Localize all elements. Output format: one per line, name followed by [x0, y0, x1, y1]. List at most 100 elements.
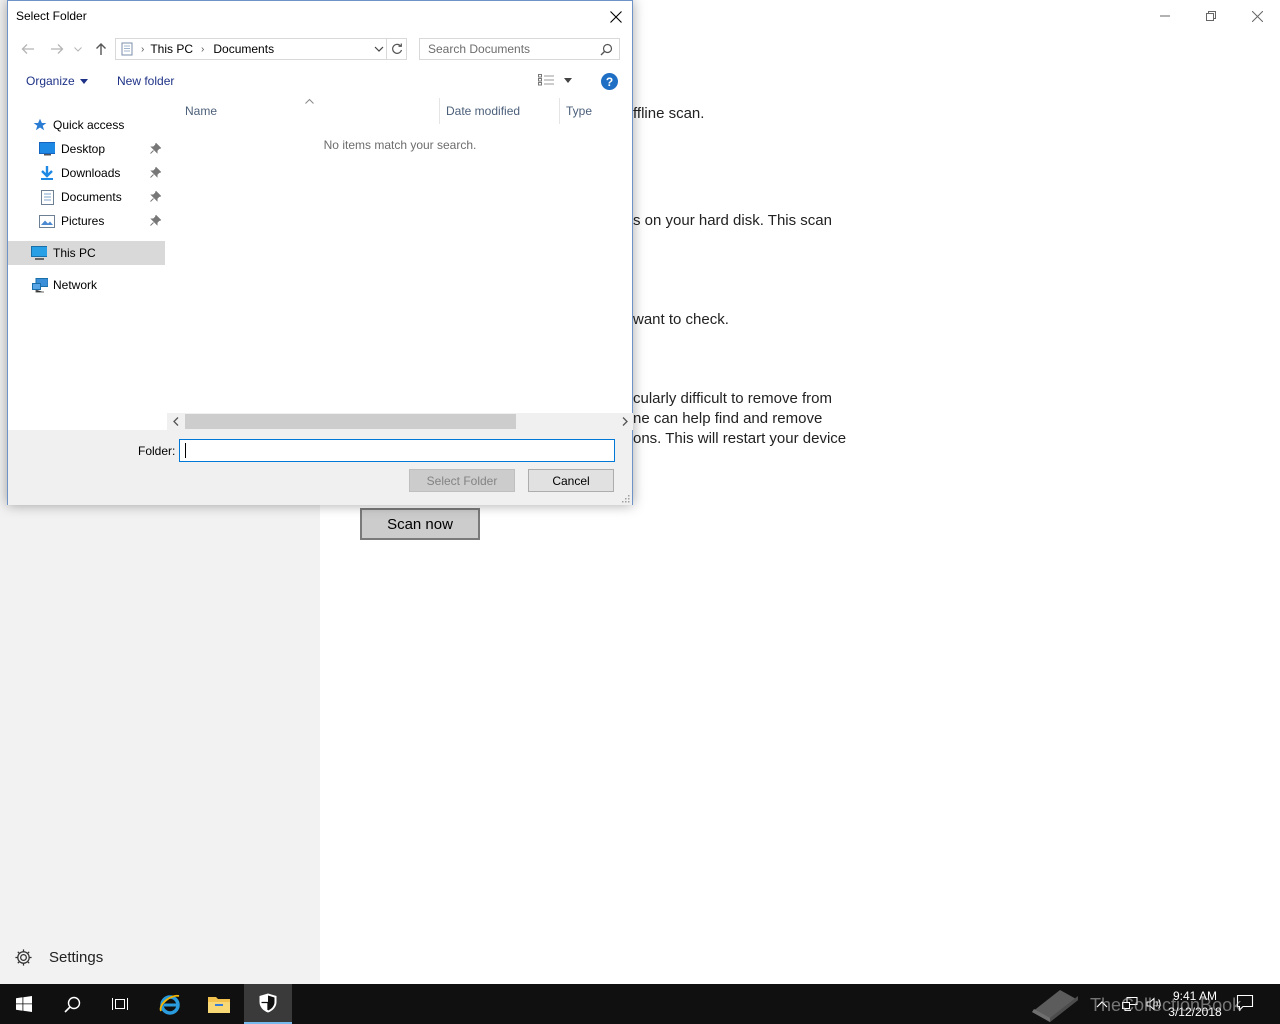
tree-item-quick-access[interactable]: Quick access	[8, 113, 165, 137]
scrollbar-thumb[interactable]	[185, 414, 516, 429]
navigation-bar: › This PC › Documents Search Documents	[8, 34, 632, 64]
chevron-right-icon	[622, 417, 628, 426]
windows-logo-icon	[16, 996, 32, 1012]
watermark-text: TheCollectionBook	[1090, 994, 1242, 1015]
navigation-pane: Quick access Desktop Downloads Documents	[8, 98, 166, 428]
help-button[interactable]: ?	[601, 73, 618, 90]
up-button[interactable]	[91, 39, 111, 59]
command-bar: Organize New folder ?	[8, 65, 632, 97]
new-folder-button[interactable]: New folder	[117, 74, 174, 88]
empty-message: No items match your search.	[323, 138, 477, 152]
task-view-button[interactable]	[96, 984, 144, 1024]
back-button[interactable]	[18, 39, 38, 59]
column-header-type[interactable]: Type	[566, 98, 592, 124]
forward-button[interactable]	[47, 39, 67, 59]
column-header-name[interactable]: Name	[185, 98, 217, 124]
gear-icon	[15, 948, 32, 966]
breadcrumb-separator: ›	[141, 43, 145, 55]
tree-item-this-pc[interactable]: This PC	[8, 241, 165, 265]
chevron-down-icon	[374, 46, 384, 52]
breadcrumb-documents[interactable]: Documents	[213, 42, 274, 56]
column-header-date-modified[interactable]: Date modified	[446, 98, 520, 124]
refresh-button[interactable]	[386, 39, 406, 59]
dialog-close-button[interactable]	[600, 1, 632, 32]
tree-item-pictures[interactable]: Pictures	[8, 209, 165, 233]
network-icon	[32, 277, 48, 293]
change-view-button[interactable]	[538, 73, 572, 87]
watermark: TheCollectionBook	[1030, 985, 1241, 1024]
pictures-icon	[39, 213, 55, 229]
minimize-button[interactable]	[1142, 0, 1188, 32]
chevron-down-icon	[74, 46, 82, 52]
folder-icon	[208, 997, 230, 1013]
search-placeholder: Search Documents	[428, 42, 531, 56]
file-explorer-button[interactable]	[195, 984, 243, 1024]
tree-item-label: This PC	[53, 246, 96, 260]
details-view-icon	[538, 74, 554, 86]
search-taskbar-button[interactable]	[48, 984, 96, 1024]
dialog-footer: Folder: Select Folder Cancel	[8, 430, 632, 505]
search-box[interactable]: Search Documents	[419, 38, 620, 60]
restore-button[interactable]	[1188, 0, 1234, 32]
cancel-button[interactable]: Cancel	[528, 469, 614, 492]
windows-security-button[interactable]	[244, 984, 292, 1024]
internet-explorer-button[interactable]	[146, 984, 194, 1024]
chevron-left-icon	[172, 417, 178, 426]
breadcrumb-this-pc[interactable]: This PC	[150, 42, 193, 56]
search-icon	[600, 43, 613, 59]
caret-down-icon	[79, 78, 88, 84]
arrow-up-icon	[96, 43, 106, 55]
dialog-titlebar[interactable]: Select Folder	[8, 1, 632, 32]
select-folder-button[interactable]: Select Folder	[409, 469, 515, 492]
star-icon	[32, 117, 48, 133]
internet-explorer-icon	[159, 994, 180, 1015]
tree-item-label: Quick access	[53, 118, 125, 132]
tree-item-label: Desktop	[61, 142, 106, 156]
shield-icon	[259, 993, 277, 1013]
start-button[interactable]	[0, 984, 48, 1024]
app-window-controls	[1142, 0, 1280, 32]
settings-nav-item[interactable]: Settings	[14, 944, 103, 970]
tree-item-network[interactable]: Network	[8, 273, 165, 297]
scroll-right-button[interactable]	[616, 413, 633, 430]
bg-text-line: ne can help find and remove	[633, 410, 823, 427]
close-icon	[610, 10, 622, 23]
column-divider[interactable]	[439, 98, 440, 124]
search-icon	[63, 996, 80, 1013]
recent-locations-button[interactable]	[71, 39, 85, 59]
tree-item-downloads[interactable]: Downloads	[8, 161, 165, 185]
book-logo-icon	[1032, 990, 1078, 1022]
organize-menu[interactable]: Organize	[26, 74, 88, 88]
select-folder-dialog: Select Folder › This PC › Documents Sear…	[7, 0, 633, 505]
tree-item-label: Network	[53, 278, 98, 292]
document-icon	[121, 42, 133, 56]
pin-icon	[150, 214, 162, 229]
tree-item-documents[interactable]: Documents	[8, 185, 165, 209]
tree-item-label: Pictures	[61, 214, 105, 228]
file-list[interactable]: Name Date modified Type No items match y…	[167, 98, 633, 430]
breadcrumb-separator: ›	[201, 43, 205, 55]
scan-now-button[interactable]: Scan now	[360, 508, 480, 540]
sort-ascending-icon	[305, 98, 314, 104]
scroll-left-button[interactable]	[167, 413, 184, 430]
bg-text-line: want to check.	[633, 311, 729, 328]
download-icon	[39, 165, 55, 181]
computer-icon	[31, 245, 47, 261]
address-bar[interactable]: › This PC › Documents	[115, 38, 407, 60]
bg-text-line: ons. This will restart your device	[633, 430, 847, 447]
pin-icon	[150, 166, 162, 181]
restore-icon	[1206, 11, 1216, 21]
pin-icon	[150, 190, 162, 205]
caret-down-icon	[564, 77, 572, 83]
column-divider[interactable]	[559, 98, 560, 124]
tree-item-label: Documents	[61, 190, 122, 204]
desktop-icon	[39, 141, 55, 157]
tree-item-desktop[interactable]: Desktop	[8, 137, 165, 161]
bg-text-line: s on your hard disk. This scan	[633, 212, 832, 229]
folder-input[interactable]	[179, 439, 615, 462]
resize-grip-icon[interactable]	[620, 493, 630, 503]
address-dropdown-button[interactable]	[374, 42, 384, 59]
app-close-button[interactable]	[1234, 0, 1280, 32]
tree-item-label: Downloads	[61, 166, 121, 180]
horizontal-scrollbar[interactable]	[167, 413, 633, 430]
